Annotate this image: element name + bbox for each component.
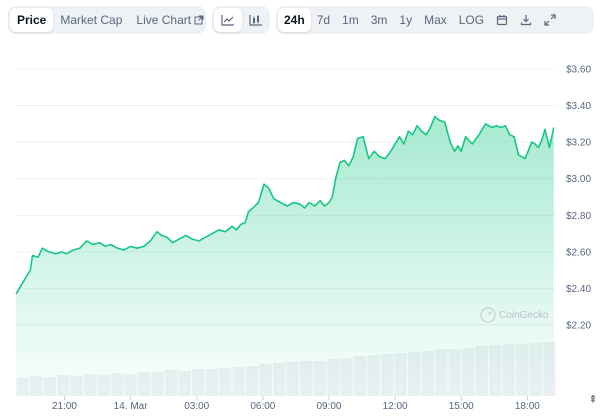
price-chart[interactable]: $3.60 $3.40 $3.20 $3.00 $2.80 $2.60 $2.40 $2.20…: [0, 40, 600, 418]
x-tick-label: 03:00: [184, 401, 209, 412]
range-3m[interactable]: 3m: [365, 8, 394, 32]
calendar-icon: [496, 15, 508, 26]
time-range-group: 24h 7d 1m 3m 1y Max LOG: [276, 6, 594, 34]
range-24h[interactable]: 24h: [278, 8, 311, 32]
watermark-text: CoinGecko: [499, 310, 549, 321]
candlestick-icon: [249, 15, 262, 26]
scroll-top-icon[interactable]: ⇞: [586, 389, 600, 409]
y-axis-labels: $3.60 $3.40 $3.20 $3.00 $2.80 $2.60 $2.40 $2.20: [566, 65, 591, 332]
external-link-icon: [194, 15, 204, 25]
range-1m[interactable]: 1m: [336, 8, 365, 32]
range-1y[interactable]: 1y: [393, 8, 418, 32]
calendar-button[interactable]: [490, 8, 514, 32]
tab-price[interactable]: Price: [10, 8, 54, 32]
x-axis-labels: 21:00 14. Mar 03:00 06:00 09:00 12:00 15:00 18:…: [52, 396, 540, 412]
x-tick-label: 21:00: [52, 401, 77, 412]
coingecko-logo-eye: [488, 311, 492, 315]
metric-tab-group: Price Market Cap Live Chart: [8, 6, 206, 34]
y-tick-label: $3.60: [566, 65, 591, 76]
x-tick-label: 15:00: [449, 401, 474, 412]
line-chart-icon: [221, 15, 234, 26]
fullscreen-icon: [544, 14, 556, 26]
candlestick-button[interactable]: [242, 8, 270, 32]
range-7d[interactable]: 7d: [311, 8, 336, 32]
chart-type-group: [212, 6, 270, 34]
y-tick-label: $2.80: [566, 211, 591, 222]
x-tick-label: 18:00: [515, 401, 540, 412]
line-chart-button[interactable]: [214, 8, 242, 32]
fullscreen-button[interactable]: [538, 8, 562, 32]
chart-toolbar: Price Market Cap Live Chart 24h 7d 1m 3m…: [0, 0, 600, 40]
y-tick-label: $2.40: [566, 284, 591, 295]
x-tick-label: 09:00: [316, 401, 341, 412]
y-tick-label: $3.40: [566, 101, 591, 112]
download-icon: [520, 15, 532, 26]
y-tick-label: $2.60: [566, 247, 591, 258]
y-tick-label: $2.20: [566, 321, 591, 332]
tab-live-chart[interactable]: Live Chart: [129, 8, 211, 32]
x-tick-label: 14. Mar: [114, 401, 149, 412]
y-tick-label: $3.00: [566, 174, 591, 185]
x-tick-label: 12:00: [383, 401, 408, 412]
y-tick-label: $3.20: [566, 138, 591, 149]
x-tick-label: 06:00: [250, 401, 275, 412]
download-button[interactable]: [514, 8, 538, 32]
price-area: [16, 116, 554, 396]
range-max[interactable]: Max: [418, 8, 453, 32]
log-scale-toggle[interactable]: LOG: [453, 8, 490, 32]
tab-market-cap[interactable]: Market Cap: [53, 8, 129, 32]
